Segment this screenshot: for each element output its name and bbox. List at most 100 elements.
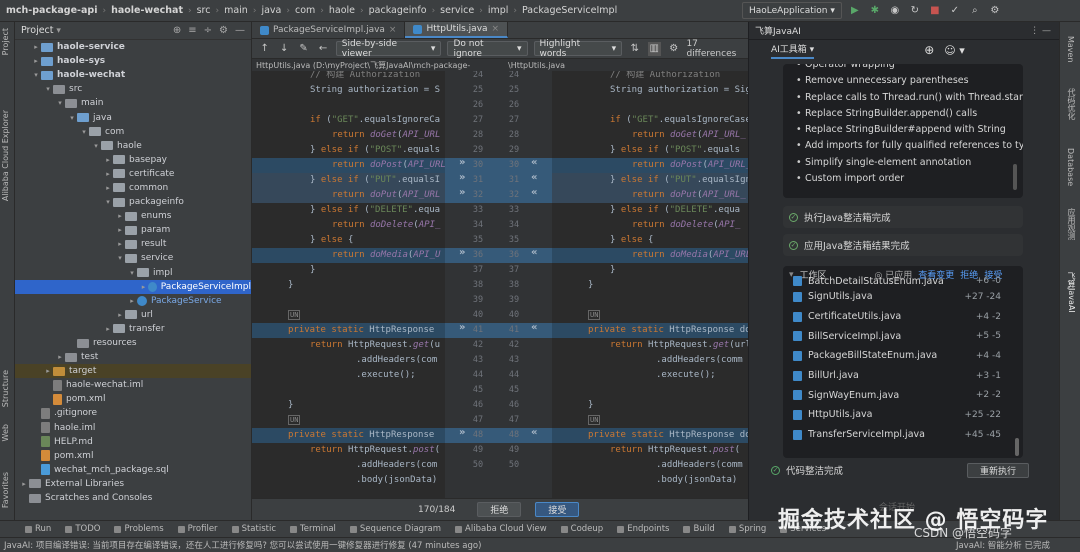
sync-scroll-icon[interactable]: ⇅ xyxy=(628,42,641,56)
maven-tab[interactable]: Maven xyxy=(1066,36,1075,63)
tree-node[interactable]: pom.xml xyxy=(15,392,251,406)
tool-window-button[interactable]: Spring xyxy=(724,524,771,534)
apply-right-chevron-icon[interactable]: « xyxy=(531,247,537,258)
tree-node[interactable]: HELP.md xyxy=(15,435,251,449)
breadcrumb-item[interactable]: main xyxy=(224,5,248,16)
workspace-file-row[interactable]: HttpUtils.java +25 -22 xyxy=(783,405,1023,425)
tree-node[interactable]: ▸ url xyxy=(15,308,251,322)
tree-node[interactable]: ▾ impl xyxy=(15,266,251,280)
tree-node[interactable]: ▾ haole-wechat xyxy=(15,68,251,82)
tree-node[interactable]: ▸ certificate xyxy=(15,167,251,181)
settings-icon[interactable]: ⚙ xyxy=(988,4,1002,18)
tree-node[interactable]: ▾ src xyxy=(15,82,251,96)
expand-arrow-icon[interactable]: ▾ xyxy=(43,85,53,93)
expand-arrow-icon[interactable]: ▸ xyxy=(55,353,65,361)
expand-arrow-icon[interactable]: ▸ xyxy=(127,297,137,305)
tree-node[interactable]: ▾ haole xyxy=(15,139,251,153)
tool-window-button[interactable]: Endpoints xyxy=(612,524,674,534)
project-title[interactable]: Project xyxy=(21,25,54,36)
tool-window-button[interactable]: Terminal xyxy=(285,524,341,534)
breadcrumb-item[interactable]: impl xyxy=(488,5,509,16)
app-observe-tab[interactable]: 应用观测 xyxy=(1066,208,1077,240)
expand-arrow-icon[interactable]: ▸ xyxy=(115,311,125,319)
expand-arrow-icon[interactable]: ▸ xyxy=(115,240,125,248)
columns-icon[interactable]: ▥ xyxy=(647,41,661,56)
tool-window-button[interactable]: Alibaba Cloud View xyxy=(450,524,552,534)
status-message[interactable]: JavaAI: 项目编译错误: 当前项目存在编译错误，还在人工进行修复吗? 您可… xyxy=(4,539,481,551)
tree-node[interactable]: ▸ result xyxy=(15,237,251,251)
tree-node[interactable]: ▸ basepay xyxy=(15,153,251,167)
expand-arrow-icon[interactable]: ▸ xyxy=(103,170,113,178)
breadcrumb-item[interactable]: java xyxy=(261,5,281,16)
viewer-mode-select[interactable]: Side-by-side viewer ▾ xyxy=(335,39,442,59)
expand-arrow-icon[interactable]: ▾ xyxy=(79,128,89,136)
apply-right-chevron-icon[interactable]: « xyxy=(531,157,537,168)
tool-window-button[interactable]: Codeup xyxy=(556,524,609,534)
tree-node[interactable]: ▾ com xyxy=(15,125,251,139)
close-icon[interactable]: × xyxy=(492,24,500,34)
scrollbar[interactable] xyxy=(1013,164,1017,190)
run-icon[interactable]: ▶ xyxy=(848,4,862,18)
tree-node[interactable]: wechat_mch_package.sql xyxy=(15,463,251,477)
expand-arrow-icon[interactable]: ▾ xyxy=(31,71,41,79)
jump-icon[interactable]: ← xyxy=(316,42,329,56)
workspace-file-row[interactable]: BillUrl.java +3 -1 xyxy=(783,366,1023,386)
expand-arrow-icon[interactable]: ▸ xyxy=(43,367,53,375)
workspace-file-row[interactable]: PackageBillStateEnum.java +4 -4 xyxy=(783,346,1023,366)
breadcrumb-item[interactable]: PackageServiceImpl xyxy=(522,5,617,16)
expand-arrow-icon[interactable]: ▸ xyxy=(31,57,41,65)
tree-node[interactable]: ▸ haole-sys xyxy=(15,54,251,68)
tool-window-button[interactable]: Sequence Diagram xyxy=(345,524,446,534)
expand-arrow-icon[interactable]: ▸ xyxy=(103,184,113,192)
tree-node[interactable]: ▸ transfer xyxy=(15,322,251,336)
tree-node[interactable]: ▸ target xyxy=(15,364,251,379)
workspace-file-row[interactable]: SignUtils.java +27 -24 xyxy=(783,287,1023,307)
workspace-file-row[interactable]: BatchDetailStatusEnum.java +6 -0 xyxy=(783,275,1023,287)
tree-node[interactable]: pom.xml xyxy=(15,449,251,463)
expand-arrow-icon[interactable]: ▸ xyxy=(103,325,113,333)
collapse-icon[interactable]: ≡ xyxy=(188,25,196,36)
profile-icon[interactable]: ↻ xyxy=(908,4,922,18)
tree-node[interactable]: ▸ enums xyxy=(15,209,251,223)
favorites-tab[interactable]: Favorites xyxy=(1,472,10,508)
breadcrumb-item[interactable]: haole xyxy=(329,5,355,16)
next-diff-icon[interactable]: ↓ xyxy=(277,42,290,56)
breadcrumb-item[interactable]: haole-wechat xyxy=(111,5,183,16)
stop-icon[interactable]: ■ xyxy=(928,4,942,18)
breadcrumb-item[interactable]: packageinfo xyxy=(369,5,427,16)
more-icon[interactable]: ⋮ — xyxy=(1030,26,1051,36)
apply-right-chevron-icon[interactable]: « xyxy=(531,172,537,183)
expand-icon[interactable]: ÷ xyxy=(204,25,212,36)
apply-right-chevron-icon[interactable]: « xyxy=(531,187,537,198)
tree-node[interactable]: ▾ service xyxy=(15,251,251,265)
hide-icon[interactable]: — xyxy=(235,25,245,36)
tree-node[interactable]: ▸ param xyxy=(15,223,251,237)
prev-diff-icon[interactable]: ↑ xyxy=(258,42,271,56)
tool-window-button[interactable]: Problems xyxy=(109,524,168,534)
search-icon[interactable]: ⌕ xyxy=(968,4,982,18)
scrollbar[interactable] xyxy=(1015,438,1019,456)
tool-window-button[interactable]: Run xyxy=(20,524,56,534)
debug-icon[interactable]: ✱ xyxy=(868,4,882,18)
expand-arrow-icon[interactable]: ▾ xyxy=(55,99,65,107)
web-tab[interactable]: Web xyxy=(1,424,10,441)
breadcrumb-item[interactable]: mch-package-api xyxy=(6,5,97,16)
rerun-button[interactable]: 重新执行 xyxy=(966,462,1029,478)
add-icon[interactable]: ⊕ xyxy=(924,43,934,57)
tree-node[interactable]: ▸ PackageServiceImpl xyxy=(15,279,251,294)
expand-arrow-icon[interactable]: ▸ xyxy=(115,212,125,220)
settings-icon[interactable]: ⚙ xyxy=(667,42,680,56)
tree-node[interactable]: ▸ haole-service xyxy=(15,40,251,54)
tool-window-button[interactable]: Build xyxy=(678,524,719,534)
code-opt-tab[interactable]: 代码优化 xyxy=(1066,88,1077,120)
expand-arrow-icon[interactable]: ▾ xyxy=(127,269,137,277)
expand-arrow-icon[interactable]: ▸ xyxy=(115,226,125,234)
tree-node[interactable]: Scratches and Consoles xyxy=(15,491,251,505)
tree-node[interactable]: resources xyxy=(15,336,251,350)
run-config-selector[interactable]: HaoLeApplication ▾ xyxy=(742,2,842,19)
expand-arrow-icon[interactable]: ▾ xyxy=(103,198,113,206)
ignore-mode-select[interactable]: Do not ignore ▾ xyxy=(447,39,528,59)
highlight-mode-select[interactable]: Highlight words ▾ xyxy=(533,39,623,59)
tree-node[interactable]: ▾ packageinfo xyxy=(15,195,251,209)
workspace-file-row[interactable]: SignWayEnum.java +2 -2 xyxy=(783,385,1023,405)
